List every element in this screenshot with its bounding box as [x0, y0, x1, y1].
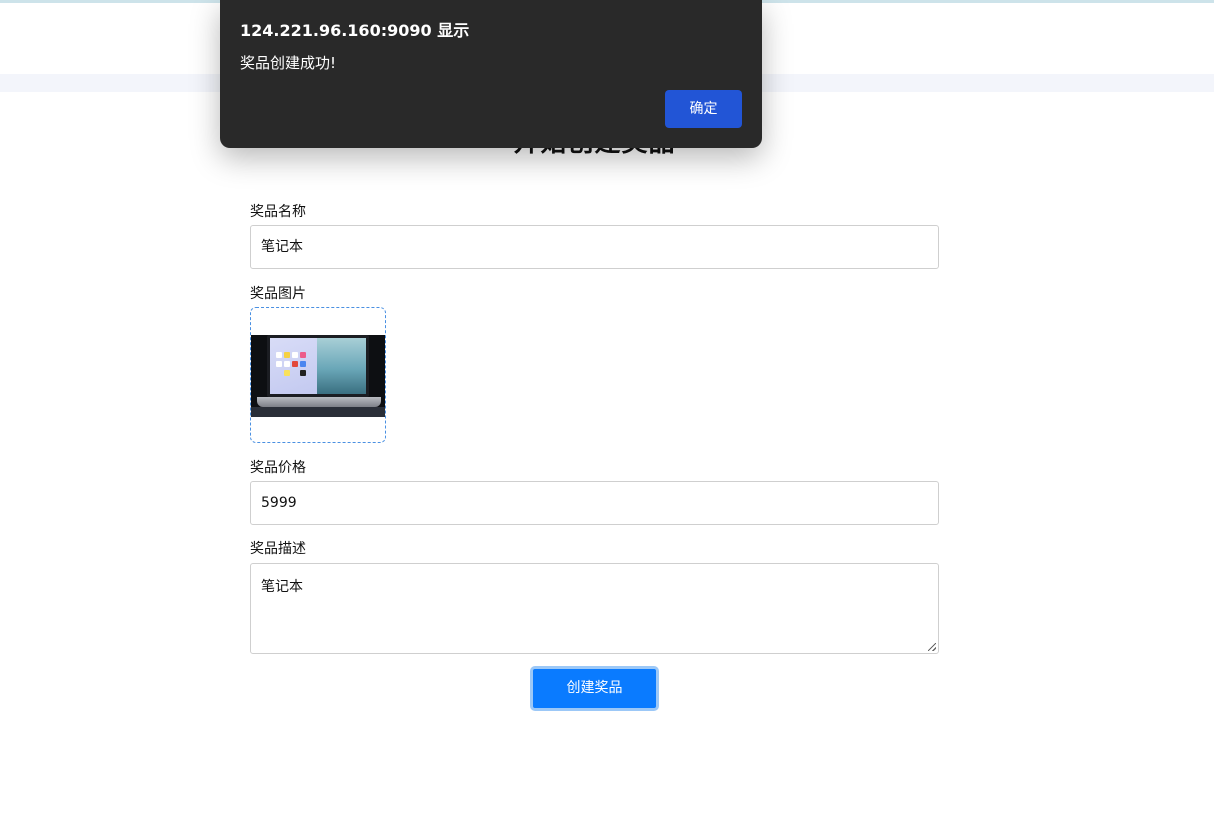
- prize-price-input[interactable]: 5999: [250, 481, 939, 525]
- prize-name-label: 奖品名称: [250, 204, 306, 220]
- create-prize-button[interactable]: 创建奖品: [530, 666, 659, 711]
- alert-dialog: 124.221.96.160:9090 显示 奖品创建成功! 确定: [220, 0, 762, 148]
- prize-price-label: 奖品价格: [250, 460, 306, 476]
- dialog-ok-button[interactable]: 确定: [665, 90, 742, 128]
- dialog-message: 奖品创建成功!: [240, 54, 337, 72]
- laptop-image: [251, 335, 385, 417]
- laptop-screen: [267, 335, 369, 397]
- dialog-title: 124.221.96.160:9090 显示: [240, 21, 470, 40]
- prize-description-textarea[interactable]: 笔记本: [250, 563, 939, 654]
- resize-grip-icon[interactable]: [928, 643, 936, 651]
- prize-name-input[interactable]: 笔记本: [250, 225, 939, 269]
- prize-description-text: 笔记本: [261, 579, 303, 595]
- prize-description-label: 奖品描述: [250, 541, 306, 557]
- prize-image-upload[interactable]: [250, 307, 386, 443]
- prize-image-label: 奖品图片: [250, 286, 306, 302]
